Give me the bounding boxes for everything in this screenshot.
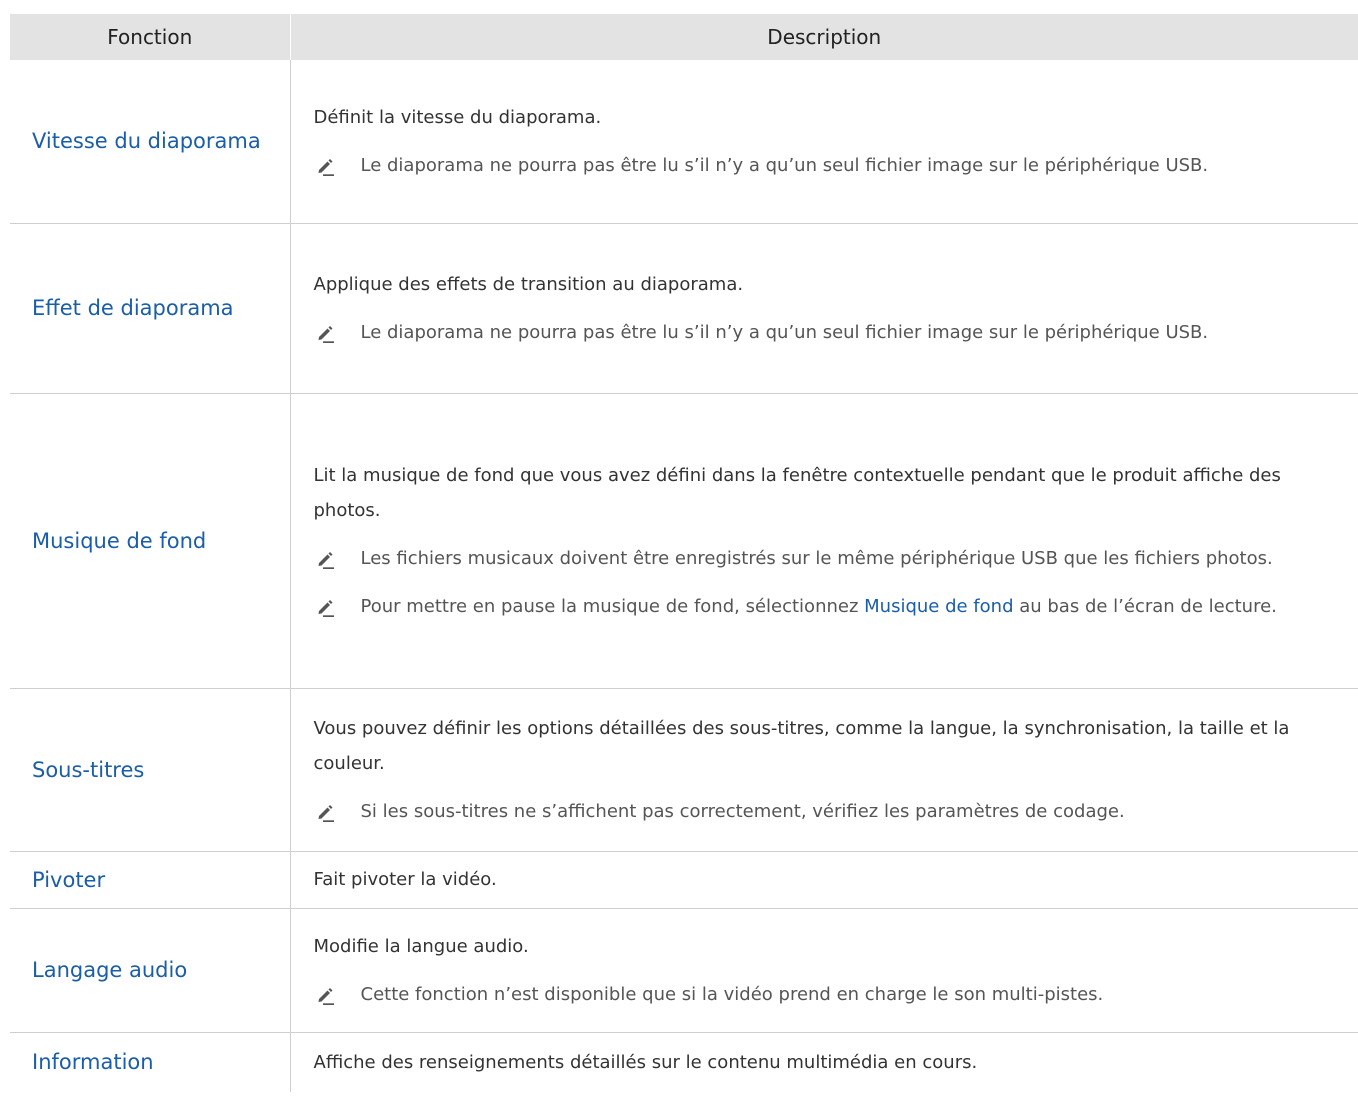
note: Les fichiers musicaux doivent être enreg… — [314, 541, 1349, 576]
table-row: Musique de fond Lit la musique de fond q… — [10, 393, 1358, 689]
note: Le diaporama ne pourra pas être lu s’il … — [314, 148, 1349, 183]
table-row: Information Affiche des renseignements d… — [10, 1032, 1358, 1092]
pencil-icon — [318, 599, 334, 617]
description-text: Lit la musique de fond que vous avez déf… — [313, 464, 1281, 521]
table-row: Pivoter Fait pivoter la vidéo. — [10, 851, 1358, 909]
function-description-cell: Applique des effets de transition au dia… — [290, 223, 1358, 394]
note-text: Le diaporama ne pourra pas être lu s’il … — [360, 321, 1209, 343]
header-function: Fonction — [10, 14, 291, 60]
note: Si les sous-titres ne s’affichent pas co… — [314, 794, 1349, 829]
header-row: Fonction Description — [10, 14, 1358, 60]
function-description-cell: Lit la musique de fond que vous avez déf… — [290, 393, 1358, 689]
note: Cette fonction n’est disponible que si l… — [314, 977, 1349, 1012]
note-text-after: au bas de l’écran de lecture. — [1013, 595, 1277, 617]
note-text: Cette fonction n’est disponible que si l… — [360, 983, 1104, 1005]
table-row: Effet de diaporama Applique des effets d… — [10, 223, 1358, 394]
function-description-cell: Modifie la langue audio. Cette fonction … — [290, 908, 1358, 1033]
pencil-icon — [318, 551, 334, 569]
function-description-cell: Fait pivoter la vidéo. — [290, 851, 1358, 909]
function-name: Vitesse du diaporama — [10, 60, 291, 224]
pencil-icon — [318, 804, 334, 822]
description-text: Affiche des renseignements détaillés sur… — [313, 1051, 978, 1073]
function-name: Pivoter — [10, 851, 291, 909]
note-text: Le diaporama ne pourra pas être lu s’il … — [360, 154, 1209, 176]
function-name: Langage audio — [10, 908, 291, 1033]
table-row: Langage audio Modifie la langue audio. C… — [10, 908, 1358, 1033]
note-text: Les fichiers musicaux doivent être enreg… — [360, 547, 1273, 569]
description-text: Définit la vitesse du diaporama. — [313, 106, 602, 128]
note: Le diaporama ne pourra pas être lu s’il … — [314, 315, 1349, 350]
table-row: Sous-titres Vous pouvez définir les opti… — [10, 688, 1358, 852]
function-description-cell: Définit la vitesse du diaporama. Le diap… — [290, 60, 1358, 224]
table-header: Fonction Description — [10, 14, 1358, 60]
description-text: Vous pouvez définir les options détaillé… — [313, 717, 1290, 774]
pencil-icon — [318, 158, 334, 176]
function-description-cell: Vous pouvez définir les options détaillé… — [290, 688, 1358, 852]
function-name: Sous-titres — [10, 688, 291, 852]
header-description: Description — [290, 14, 1358, 60]
description-text: Applique des effets de transition au dia… — [313, 273, 744, 295]
description-text: Modifie la langue audio. — [313, 935, 529, 957]
function-name: Information — [10, 1032, 291, 1092]
pencil-icon — [318, 987, 334, 1005]
note-text-before: Pour mettre en pause la musique de fond,… — [360, 595, 865, 617]
function-description-cell: Affiche des renseignements détaillés sur… — [290, 1032, 1358, 1092]
note-text: Si les sous-titres ne s’affichent pas co… — [360, 800, 1125, 822]
table-body: Vitesse du diaporama Définit la vitesse … — [10, 60, 1358, 1092]
note: Pour mettre en pause la musique de fond,… — [314, 589, 1349, 624]
pencil-icon — [318, 325, 334, 343]
function-name: Musique de fond — [10, 393, 291, 689]
function-name: Effet de diaporama — [10, 223, 291, 394]
function-table: Fonction Description Vitesse du diaporam… — [10, 14, 1358, 1092]
table-row: Vitesse du diaporama Définit la vitesse … — [10, 60, 1358, 224]
menu-reference-link: Musique de fond — [864, 595, 1014, 617]
description-text: Fait pivoter la vidéo. — [313, 869, 497, 890]
